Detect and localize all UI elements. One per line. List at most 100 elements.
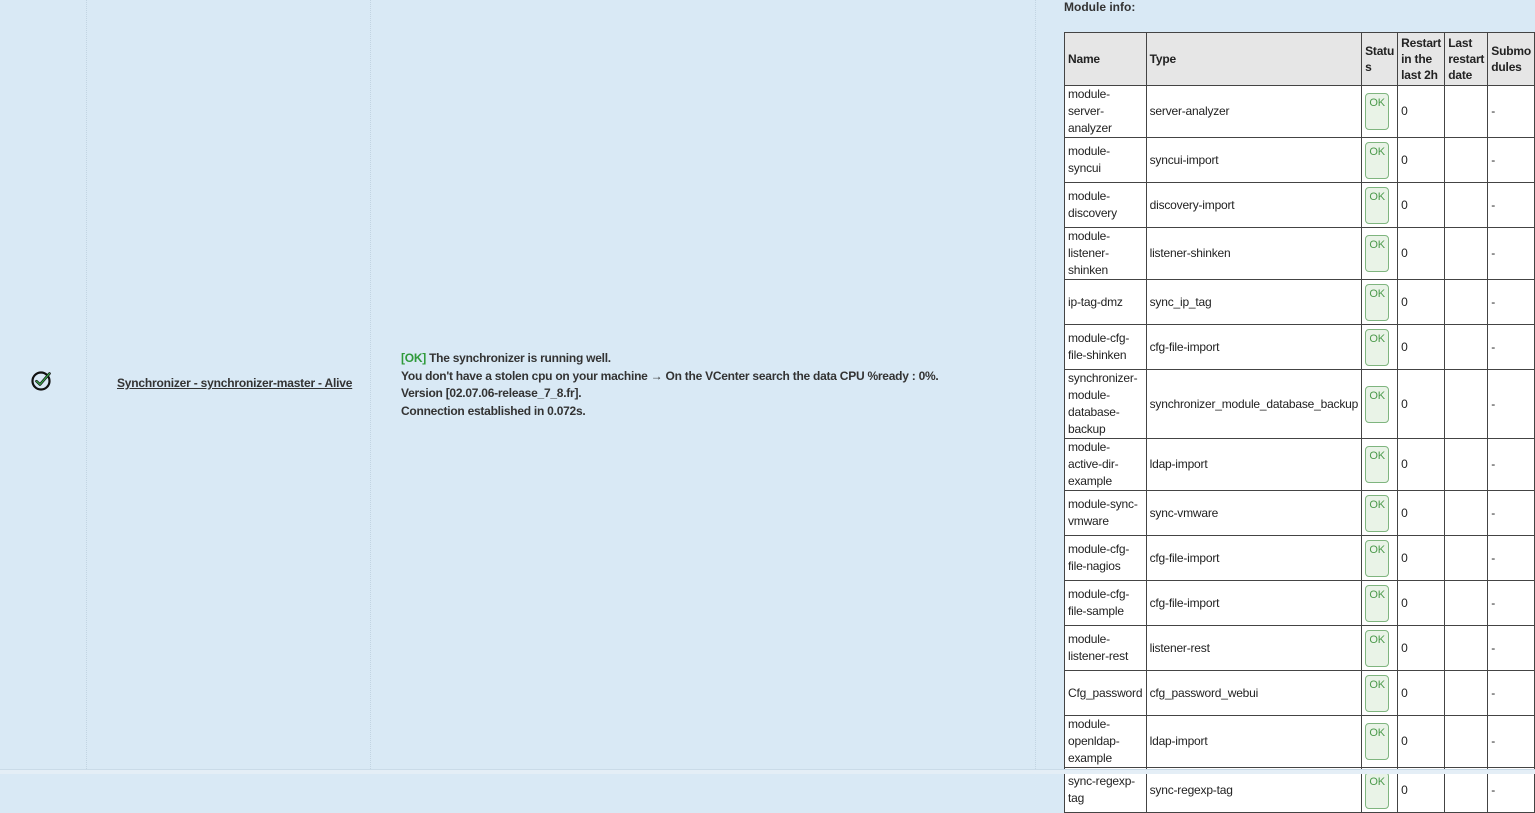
module-status-cell: OK — [1361, 369, 1399, 439]
module-last-restart-cell — [1444, 767, 1489, 813]
module-status-cell: OK — [1361, 227, 1399, 280]
table-row: module-cfg-file-sample cfg-file-import OK 0… — [1064, 580, 1535, 626]
status-badge: OK — [1365, 385, 1390, 423]
module-status-cell: OK — [1361, 490, 1399, 536]
module-submodules-cell: - — [1487, 137, 1535, 183]
module-status-cell: OK — [1361, 438, 1399, 491]
status-message: [OK] The synchronizer is running well. Y… — [401, 350, 939, 420]
status-badge: OK — [1365, 186, 1390, 224]
module-restart-cell: 0 — [1397, 715, 1446, 768]
status-badge: OK — [1365, 93, 1390, 130]
module-name-cell: module-cfg-file-shinken — [1064, 324, 1147, 370]
status-badge: OK — [1365, 446, 1390, 483]
message-line-3: Version [02.07.06-release_7_8.fr]. — [401, 386, 582, 400]
module-last-restart-cell — [1444, 625, 1489, 671]
module-type-cell: cfg-file-import — [1145, 324, 1363, 370]
status-badge: OK — [1365, 674, 1390, 712]
module-last-restart-cell — [1444, 324, 1489, 370]
module-name-cell: module-sync-vmware — [1064, 490, 1147, 536]
table-row: sync-regexp-tag sync-regexp-tag OK 0- — [1064, 767, 1535, 813]
message-line-1: [OK] The synchronizer is running well. — [401, 350, 939, 368]
module-restart-cell: 0 — [1397, 535, 1446, 581]
module-restart-cell: 0 — [1397, 279, 1446, 325]
module-submodules-cell: - — [1487, 438, 1535, 491]
message-line-2: You don't have a stolen cpu on your mach… — [401, 368, 939, 383]
header-status: Statu s — [1361, 32, 1399, 86]
header-submodules: Submo dules — [1487, 32, 1535, 86]
module-submodules-cell: - — [1487, 369, 1535, 439]
table-row: module-cfg-file-shinken cfg-file-import OK… — [1064, 324, 1535, 370]
module-type-cell: synchronizer_module_database_backup — [1145, 369, 1363, 439]
synchronizer-row: Synchronizer - synchronizer-master - Ali… — [0, 0, 1535, 813]
module-restart-cell: 0 — [1397, 670, 1446, 716]
table-row: ip-tag-dmz sync_ip_tag OK 0- — [1064, 279, 1535, 325]
table-header-row: Name Type Statu s Restart in the last 2h… — [1064, 32, 1535, 86]
status-badge: OK — [1365, 629, 1390, 667]
module-name-cell: module-openldap-example — [1064, 715, 1147, 768]
module-status-cell: OK — [1361, 715, 1399, 768]
module-name-cell: module-syncui — [1064, 137, 1147, 183]
module-info-table: Name Type Statu s Restart in the last 2h… — [1064, 32, 1535, 813]
message-line-4: Connection established in 0.072s. — [401, 403, 586, 418]
table-row: module-active-dir-example ldap-import OK 0- — [1064, 438, 1535, 491]
module-submodules-cell: - — [1487, 227, 1535, 280]
table-row: synchronizer-module-database-backup synch… — [1064, 369, 1535, 439]
module-restart-cell: 0 — [1397, 767, 1446, 813]
module-restart-cell: 0 — [1397, 580, 1446, 626]
module-type-cell: ldap-import — [1145, 438, 1363, 491]
module-info-title: Module info: — [1064, 0, 1136, 14]
module-type-cell: cfg-file-import — [1145, 580, 1363, 626]
synchronizer-link[interactable]: Synchronizer - synchronizer-master - Ali… — [117, 376, 352, 390]
module-name-cell: Cfg_password — [1064, 670, 1147, 716]
table-row: module-openldap-example ldap-import OK 0- — [1064, 715, 1535, 768]
table-row: module-listener-rest listener-rest OK 0- — [1064, 625, 1535, 671]
module-name-cell: module-active-dir-example — [1064, 438, 1147, 491]
module-restart-cell: 0 — [1397, 324, 1446, 370]
module-type-cell: sync-regexp-tag — [1145, 767, 1363, 813]
module-status-cell: OK — [1361, 625, 1399, 671]
header-restart: Restart in the last 2h — [1397, 32, 1446, 86]
module-name-cell: module-server-analyzer — [1064, 85, 1147, 138]
header-name: Name — [1064, 32, 1147, 86]
module-type-cell: server-analyzer — [1145, 85, 1363, 138]
status-badge: OK — [1365, 723, 1390, 760]
cell-divider — [86, 0, 87, 773]
table-row: module-server-analyzer server-analyzer OK 0… — [1064, 85, 1535, 138]
module-restart-cell: 0 — [1397, 438, 1446, 491]
status-badge: OK — [1365, 539, 1390, 577]
row-bottom-border — [0, 769, 1535, 774]
module-submodules-cell: - — [1487, 85, 1535, 138]
module-name-cell: module-listener-shinken — [1064, 227, 1147, 280]
cell-divider — [370, 0, 371, 773]
module-submodules-cell: - — [1487, 767, 1535, 813]
module-status-cell: OK — [1361, 767, 1399, 813]
module-restart-cell: 0 — [1397, 227, 1446, 280]
module-last-restart-cell — [1444, 715, 1489, 768]
module-last-restart-cell — [1444, 137, 1489, 183]
module-submodules-cell: - — [1487, 580, 1535, 626]
module-last-restart-cell — [1444, 490, 1489, 536]
module-type-cell: cfg-file-import — [1145, 535, 1363, 581]
module-last-restart-cell — [1444, 85, 1489, 138]
module-status-cell: OK — [1361, 535, 1399, 581]
module-type-cell: listener-rest — [1145, 625, 1363, 671]
module-last-restart-cell — [1444, 182, 1489, 228]
module-status-cell: OK — [1361, 85, 1399, 138]
header-type: Type — [1145, 32, 1363, 86]
table-row: module-syncui syncui-import OK 0- — [1064, 137, 1535, 183]
table-row: module-discovery discovery-import OK 0- — [1064, 182, 1535, 228]
table-row: module-sync-vmware sync-vmware OK 0- — [1064, 490, 1535, 536]
module-submodules-cell: - — [1487, 670, 1535, 716]
module-name-cell: module-listener-rest — [1064, 625, 1147, 671]
module-restart-cell: 0 — [1397, 625, 1446, 671]
cell-divider — [1035, 0, 1036, 773]
module-restart-cell: 0 — [1397, 182, 1446, 228]
module-restart-cell: 0 — [1397, 137, 1446, 183]
module-name-cell: ip-tag-dmz — [1064, 279, 1147, 325]
status-badge: OK — [1365, 328, 1390, 366]
module-submodules-cell: - — [1487, 535, 1535, 581]
module-restart-cell: 0 — [1397, 490, 1446, 536]
module-type-cell: cfg_password_webui — [1145, 670, 1363, 716]
module-submodules-cell: - — [1487, 490, 1535, 536]
module-submodules-cell: - — [1487, 625, 1535, 671]
